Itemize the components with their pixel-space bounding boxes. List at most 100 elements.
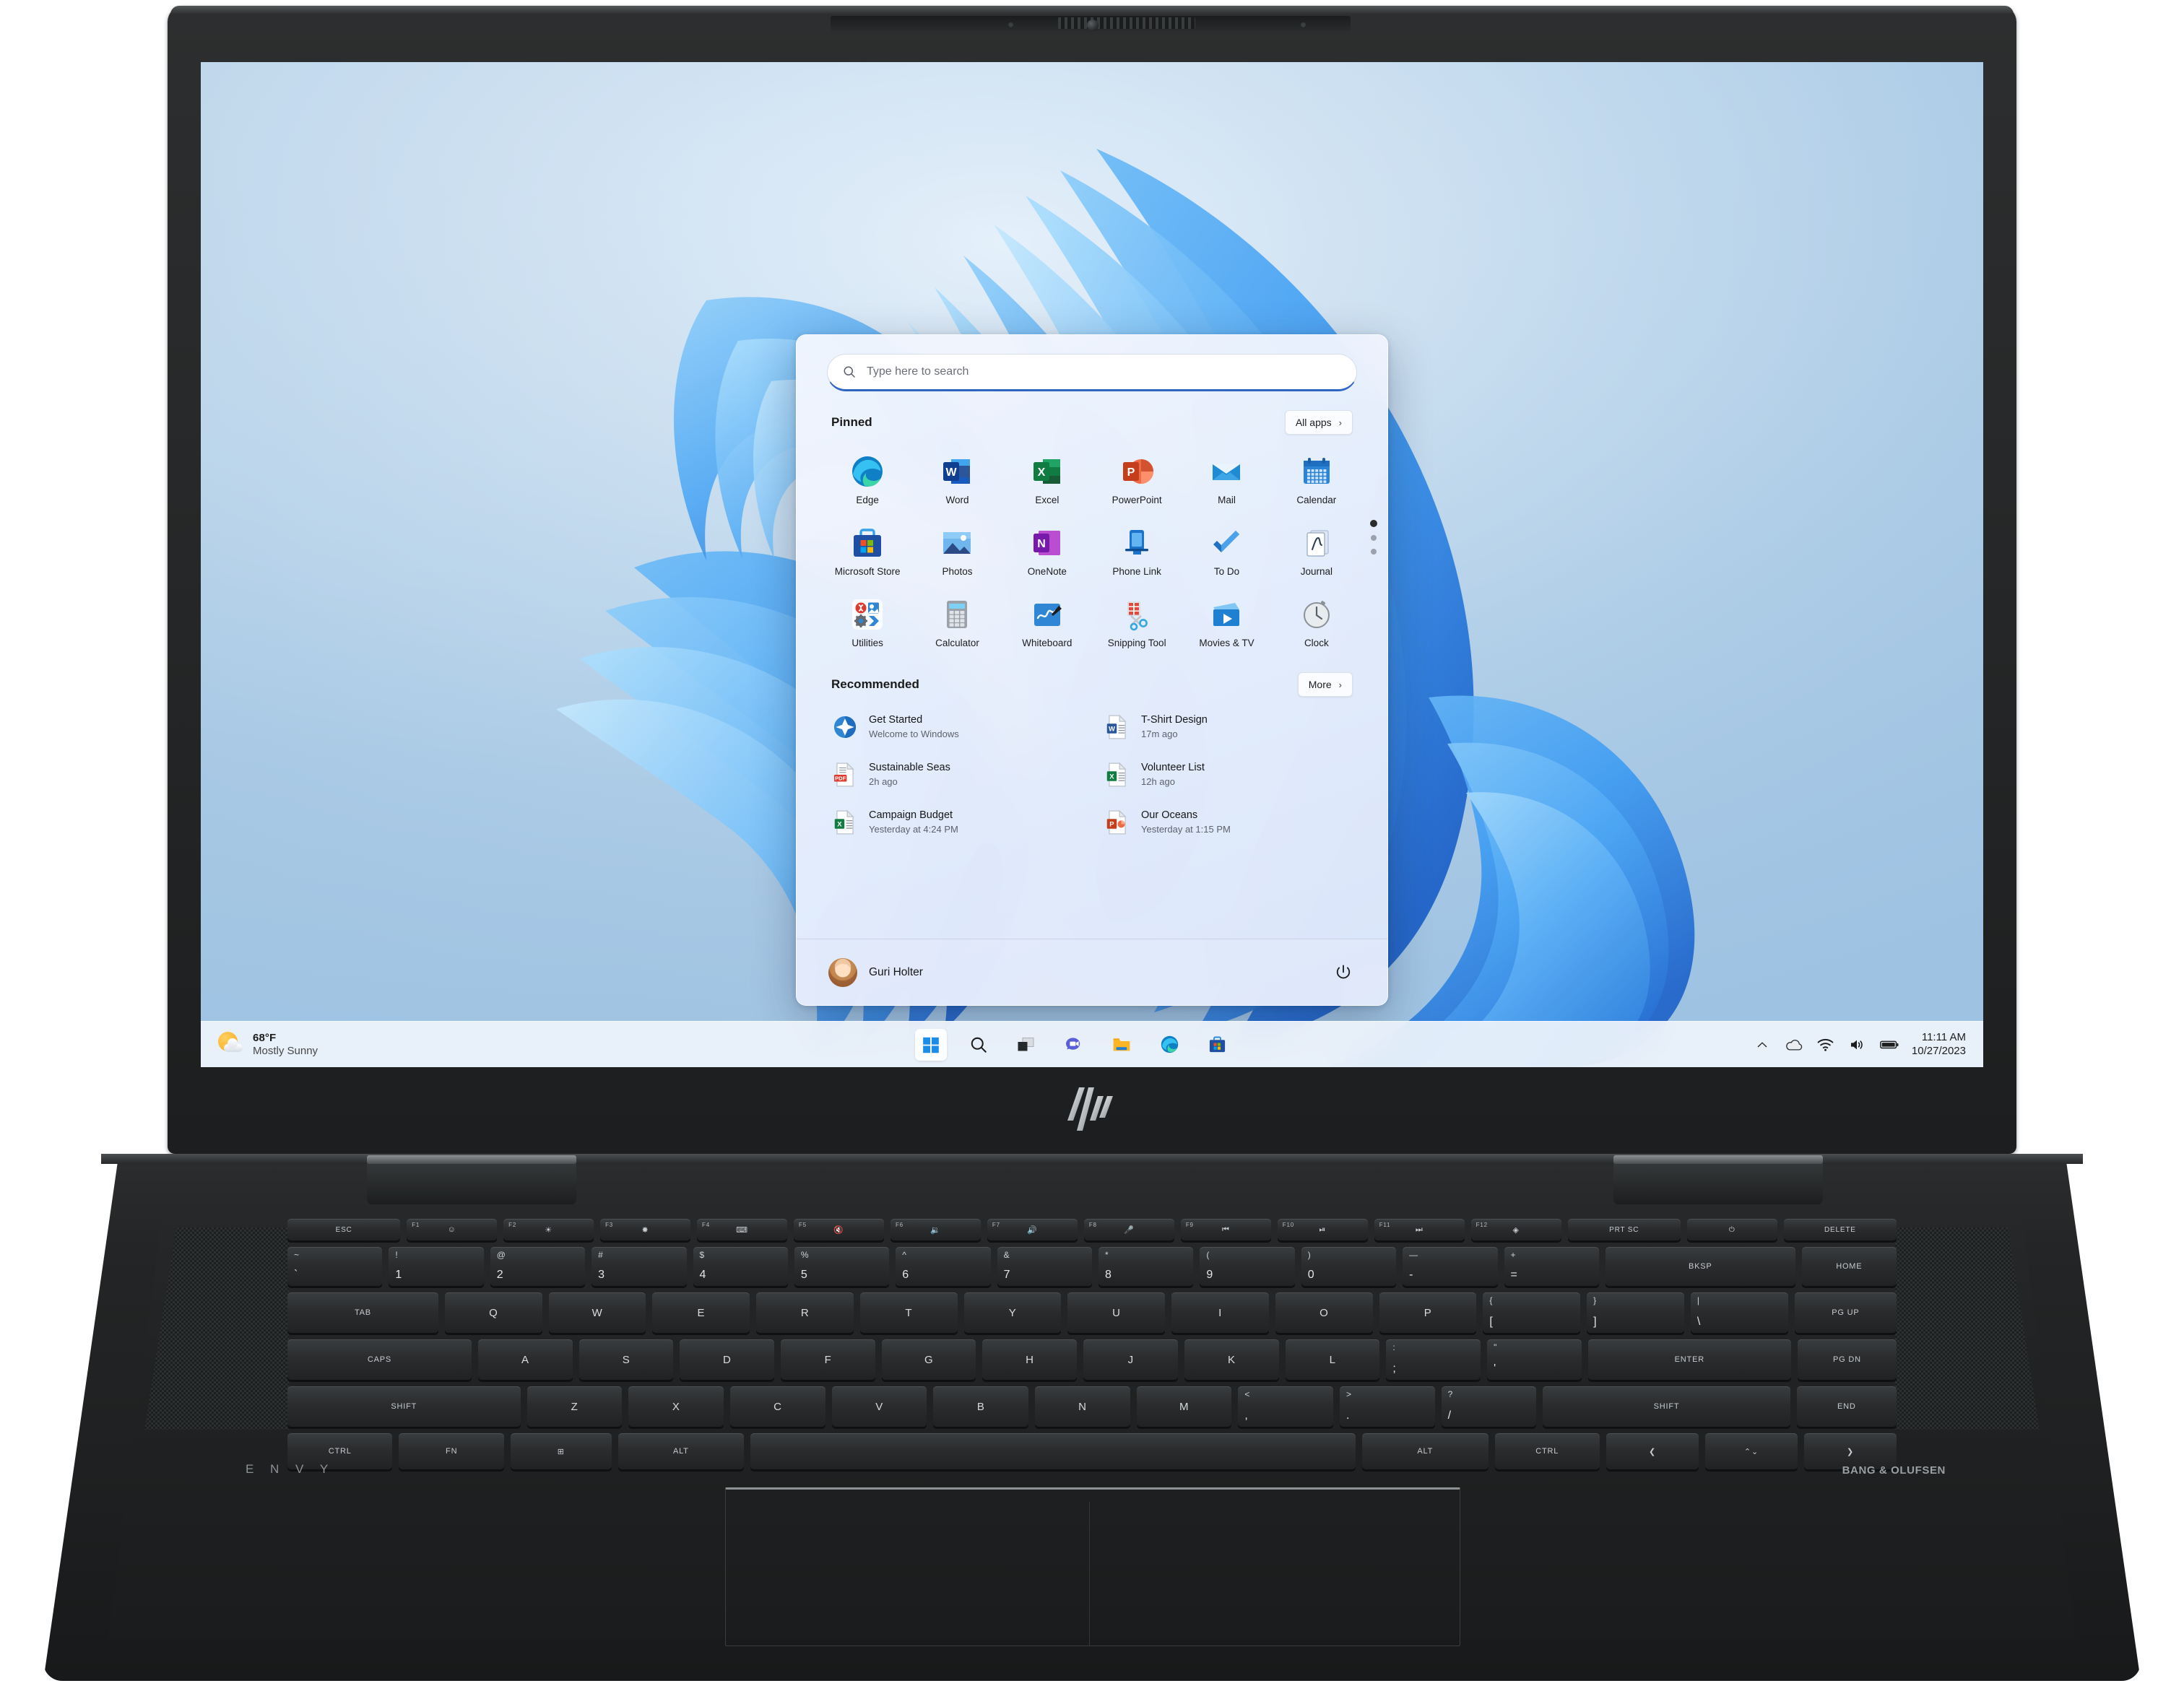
page-dot-1[interactable] [1370, 520, 1377, 527]
number-key-row[interactable]: ~ `! 1 @2 #3 $4% 5 ^ 6 & 7 * 8(9) 0— - + = BKSP HOME [287, 1247, 1897, 1286]
recommended-item[interactable]: X Volunteer List 12h ago [1095, 755, 1361, 795]
power-button[interactable] [1331, 960, 1356, 985]
store-button[interactable] [1201, 1029, 1233, 1061]
key-8[interactable]: * 8 [1098, 1247, 1194, 1286]
key-f11[interactable]: F11 ⏭ [1374, 1219, 1465, 1240]
key-v[interactable]: V [831, 1386, 927, 1427]
key-key[interactable]: " ' [1487, 1339, 1582, 1380]
key-pg-up[interactable]: PG UP [1794, 1292, 1897, 1333]
recommended-item[interactable]: W T-Shirt Design 17m ago [1095, 707, 1361, 747]
onedrive-button[interactable] [1785, 1035, 1803, 1054]
key-4[interactable]: $4 [693, 1247, 788, 1286]
page-dot-3[interactable] [1371, 549, 1377, 555]
pinned-app-movies-tv[interactable]: Movies & TV [1182, 591, 1271, 655]
key-f6[interactable]: F6 🔉 [890, 1219, 981, 1240]
key-key[interactable]: ❮ [1606, 1433, 1699, 1469]
key-key[interactable]: <, [1238, 1386, 1333, 1427]
recommended-item[interactable]: P Our Oceans Yesterday at 1:15 PM [1095, 802, 1361, 843]
modifier-key-row[interactable]: CTRL FN ⊞ ALT ALT CTRL ❮ ⌃⌄ ❯ [287, 1433, 1897, 1469]
pinned-app-to-do[interactable]: To Do [1182, 519, 1271, 583]
start-button[interactable] [915, 1028, 947, 1061]
key-0[interactable]: ) 0 [1301, 1247, 1397, 1286]
system-tray[interactable]: 11:11 AM 10/27/2023 [1709, 1031, 1983, 1058]
wifi-button[interactable] [1816, 1035, 1835, 1054]
key-ctrl[interactable]: CTRL [1494, 1433, 1600, 1469]
key-2[interactable]: @2 [490, 1247, 586, 1286]
key-y[interactable]: Y [963, 1292, 1062, 1333]
clock[interactable]: 11:11 AM 10/27/2023 [1912, 1031, 1966, 1058]
key-n[interactable]: N [1034, 1386, 1130, 1427]
pinned-app-edge[interactable]: Edge [823, 448, 912, 512]
pinned-page-indicator[interactable] [1370, 520, 1377, 555]
key-f8[interactable]: F8 🎤 [1083, 1219, 1174, 1240]
all-apps-button[interactable]: All apps › [1284, 410, 1353, 435]
key-key[interactable]: {[ [1483, 1292, 1581, 1333]
key-alt[interactable]: ALT [1361, 1433, 1488, 1469]
key-d[interactable]: D [680, 1339, 775, 1380]
key-s[interactable]: S [578, 1339, 674, 1380]
key-w[interactable]: W [548, 1292, 646, 1333]
key-9[interactable]: (9 [1200, 1247, 1295, 1286]
recommended-item[interactable]: Get Started Welcome to Windows [823, 707, 1089, 747]
key-alt[interactable]: ALT [618, 1433, 745, 1469]
pinned-app-excel[interactable]: X Excel [1002, 448, 1092, 512]
keyboard[interactable]: ESC F1 ☺ F2 ☀ F3 ✸ F4 ⌨ F5 🔇 F6 🔉 F7 🔊 F8 🎤 F9 ⏮ F10 ⏯ F11 ⏭ F1… [287, 1219, 1897, 1476]
key-f3[interactable]: F3 ✸ [600, 1219, 691, 1240]
key-key[interactable]: ⌃⌄ [1704, 1433, 1798, 1469]
key-caps[interactable]: CAPS [287, 1339, 472, 1380]
search-input[interactable]: Type here to search [827, 354, 1357, 391]
key-tab[interactable]: TAB [287, 1292, 438, 1333]
edge-button[interactable] [1153, 1029, 1185, 1061]
key-esc[interactable]: ESC [287, 1219, 401, 1240]
key-fn[interactable]: FN [399, 1433, 504, 1469]
key-m[interactable]: M [1136, 1386, 1232, 1427]
start-menu[interactable]: Type here to search Pinned All apps › Ed… [796, 334, 1388, 1006]
key-l[interactable]: L [1285, 1339, 1380, 1380]
touchpad[interactable] [725, 1487, 1460, 1646]
weather-widget[interactable]: 68°F Mostly Sunny [201, 1031, 439, 1058]
key-key[interactable]: >. [1339, 1386, 1435, 1427]
key-key[interactable]: :; [1386, 1339, 1481, 1380]
key-f7[interactable]: F7 🔊 [987, 1219, 1078, 1240]
key-z[interactable]: Z [526, 1386, 623, 1427]
recommended-item[interactable]: X Campaign Budget Yesterday at 4:24 PM [823, 802, 1089, 843]
pinned-app-calculator[interactable]: Calculator [912, 591, 1002, 655]
key-k[interactable]: K [1184, 1339, 1279, 1380]
key-a[interactable]: A [477, 1339, 573, 1380]
key-f1[interactable]: F1 ☺ [407, 1219, 498, 1240]
more-button[interactable]: More › [1297, 672, 1353, 697]
taskbar[interactable]: 68°F Mostly Sunny 11:11 AM 10/27/2023 [201, 1021, 1983, 1067]
key-7[interactable]: & 7 [997, 1247, 1092, 1286]
file-explorer-button[interactable] [1106, 1029, 1138, 1061]
chat-button[interactable] [1058, 1029, 1090, 1061]
pinned-app-word[interactable]: W Word [912, 448, 1002, 512]
key-key[interactable]: | \ [1690, 1292, 1788, 1333]
key-delete[interactable]: DELETE [1783, 1219, 1897, 1240]
key-f[interactable]: F [781, 1339, 875, 1380]
key-bksp[interactable]: BKSP [1605, 1247, 1795, 1286]
key-x[interactable]: X [628, 1386, 724, 1427]
tray-overflow-button[interactable] [1753, 1035, 1772, 1054]
key-enter[interactable]: ENTER [1587, 1339, 1791, 1380]
key-prt-sc[interactable]: PRT SC [1567, 1219, 1681, 1240]
key-key[interactable]: ⏻ [1686, 1219, 1777, 1240]
key-f9[interactable]: F9 ⏮ [1180, 1219, 1271, 1240]
pinned-app-whiteboard[interactable]: Whiteboard [1002, 591, 1092, 655]
qwerty-key-row[interactable]: TAB Q W E R T Y U I O P{[}] | \ PG UP [287, 1292, 1897, 1333]
pinned-app-clock[interactable]: Clock [1272, 591, 1361, 655]
volume-button[interactable] [1848, 1035, 1867, 1054]
key-b[interactable]: B [933, 1386, 1028, 1427]
key-key[interactable]: — - [1403, 1247, 1498, 1286]
key-i[interactable]: I [1171, 1292, 1269, 1333]
home-key-row[interactable]: CAPS A S D F G H J K L:; " ' ENTER PG DN [287, 1339, 1897, 1380]
key-c[interactable]: C [729, 1386, 826, 1427]
key-f12[interactable]: F12 ◈ [1470, 1219, 1561, 1240]
key-shift[interactable]: SHIFT [1543, 1386, 1790, 1427]
key-5[interactable]: % 5 [794, 1247, 890, 1286]
user-account-button[interactable]: Guri Holter [828, 957, 923, 987]
key-g[interactable]: G [881, 1339, 976, 1380]
key-r[interactable]: R [756, 1292, 854, 1333]
key-home[interactable]: HOME [1801, 1247, 1897, 1286]
key-q[interactable]: Q [444, 1292, 542, 1333]
page-dot-2[interactable] [1371, 535, 1377, 541]
